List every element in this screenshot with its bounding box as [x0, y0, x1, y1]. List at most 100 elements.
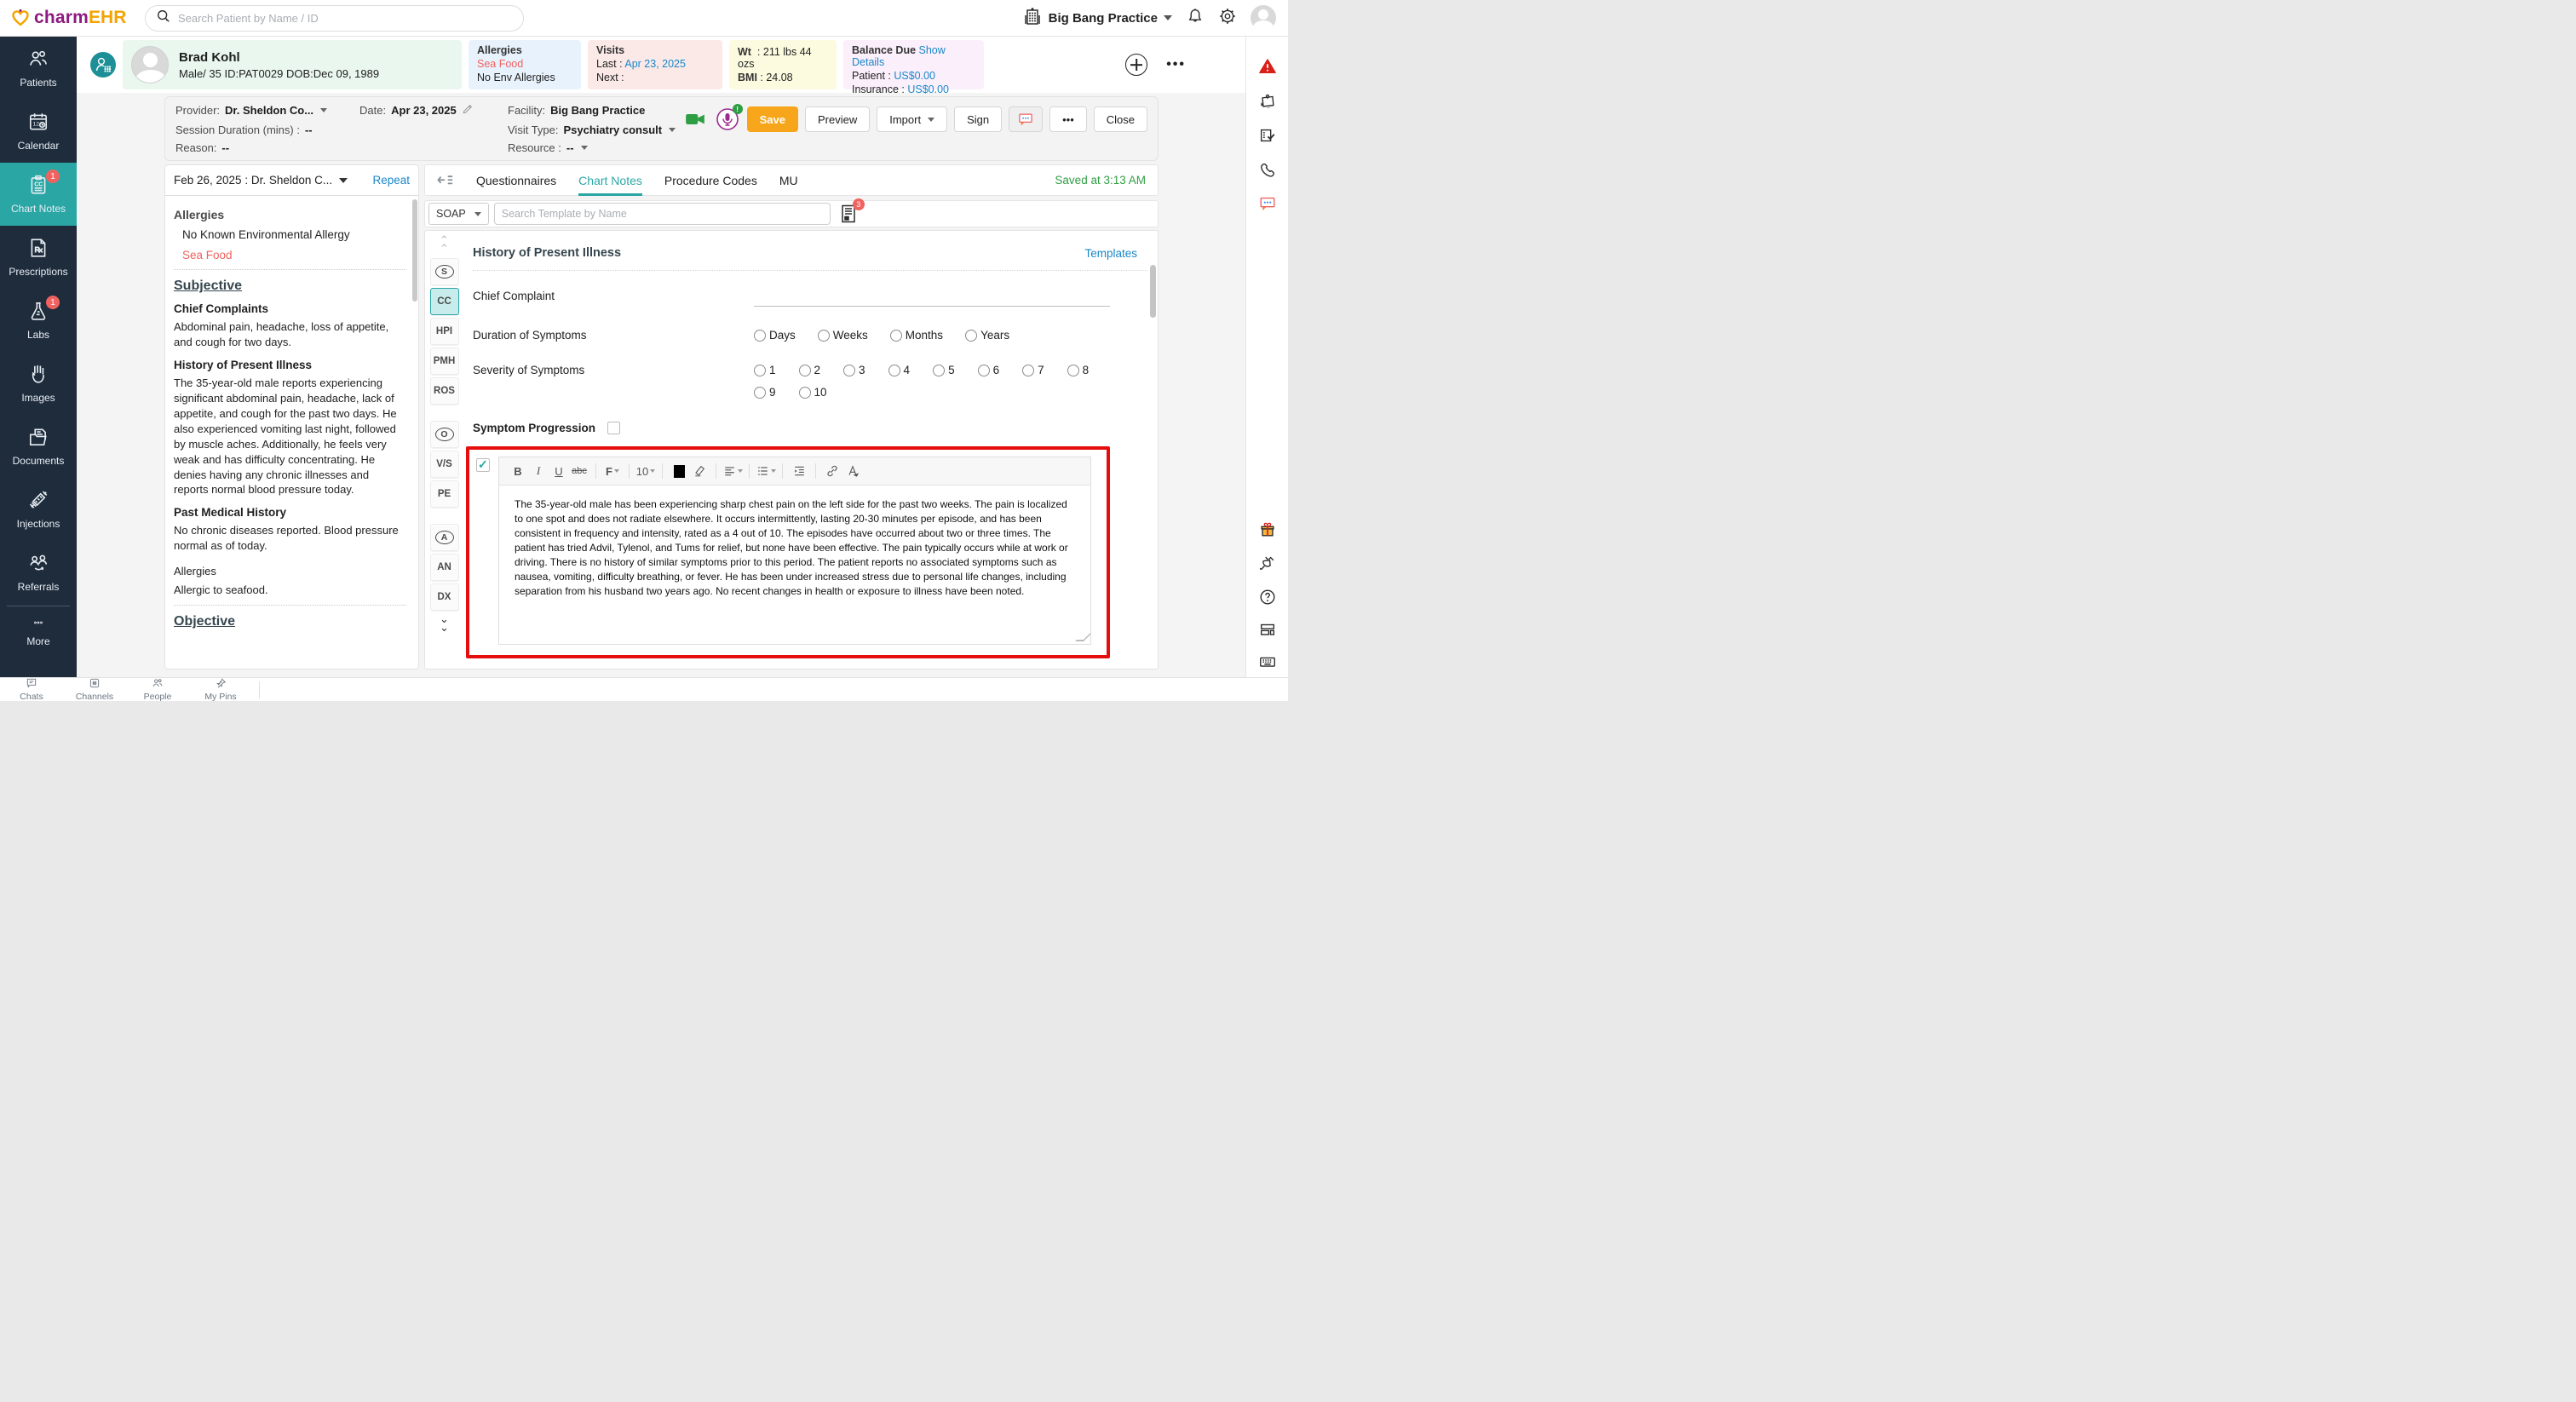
scroll-down-chevron[interactable]: ⌄⌄	[440, 615, 449, 634]
visits-card[interactable]: Visits Last : Apr 23, 2025 Next :	[588, 40, 722, 89]
soap-select[interactable]: SOAP	[428, 203, 489, 225]
severity-radio-9[interactable]: 9	[754, 386, 776, 399]
note-content-scrollbar[interactable]	[1150, 265, 1156, 318]
indent-button[interactable]	[789, 461, 809, 481]
sidebar-item-injections[interactable]: Injections	[0, 478, 77, 541]
duration-radio-months[interactable]: Months	[890, 329, 943, 342]
bottombar-people[interactable]: People	[126, 677, 189, 702]
severity-radio-5[interactable]: 5	[933, 364, 955, 376]
highlight-color-button[interactable]	[689, 461, 710, 481]
list-button[interactable]	[756, 461, 776, 481]
notifications-bell-icon[interactable]	[1186, 7, 1205, 30]
vitals-card[interactable]: Wt : 211 lbs 44 ozs BMI : 24.08	[729, 40, 837, 89]
encounter-chat-button[interactable]	[1009, 106, 1043, 132]
severity-radio-2[interactable]: 2	[799, 364, 821, 376]
sidebar-item-more[interactable]: More	[0, 608, 77, 656]
sidebar-item-referrals[interactable]: Referrals	[0, 541, 77, 604]
video-call-button[interactable]	[682, 106, 708, 132]
strikethrough-button[interactable]: abc	[569, 461, 589, 481]
template-list-icon[interactable]: 3	[841, 204, 858, 223]
duration-radio-years[interactable]: Years	[965, 329, 1009, 342]
integrations-plug-icon[interactable]	[1258, 554, 1277, 572]
editor-enabled-checkbox[interactable]	[476, 458, 490, 472]
nav-vitals[interactable]: V/S	[430, 451, 459, 478]
patient-search[interactable]	[145, 5, 524, 32]
dictation-mic-button[interactable]: !	[715, 106, 740, 132]
add-plus-button[interactable]	[1125, 54, 1147, 76]
sign-button[interactable]: Sign	[954, 106, 1002, 132]
sidebar-item-documents[interactable]: Documents	[0, 415, 77, 478]
user-avatar[interactable]	[1251, 5, 1276, 31]
visit-type-value[interactable]: Psychiatry consult	[564, 124, 663, 136]
severity-radio-1[interactable]: 1	[754, 364, 776, 376]
left-panel-scrollbar[interactable]	[412, 199, 417, 302]
sidebar-item-calendar[interactable]: 12 Calendar	[0, 100, 77, 163]
severity-radio-3[interactable]: 3	[843, 364, 865, 376]
severity-radio-10[interactable]: 10	[799, 386, 827, 399]
bottombar-my-pins[interactable]: My Pins	[189, 677, 252, 702]
editor-resize-handle[interactable]	[1075, 633, 1090, 641]
nav-pe[interactable]: PE	[430, 480, 459, 508]
provider-value[interactable]: Dr. Sheldon Co...	[225, 104, 313, 117]
settings-gear-icon[interactable]	[1218, 7, 1237, 30]
collapse-panel-icon[interactable]	[437, 174, 454, 187]
balance-card[interactable]: Balance Due Show Details Patient : US$0.…	[843, 40, 984, 89]
practice-selector[interactable]: Big Bang Practice	[1022, 6, 1172, 30]
nav-ros[interactable]: ROS	[430, 377, 459, 405]
nav-hpi[interactable]: HPI	[430, 318, 459, 345]
chief-complaint-input[interactable]	[754, 290, 1110, 307]
insert-link-button[interactable]	[822, 461, 842, 481]
severity-radio-7[interactable]: 7	[1022, 364, 1044, 376]
bold-button[interactable]: B	[508, 461, 528, 481]
allergies-card[interactable]: Allergies Sea Food No Env Allergies	[469, 40, 581, 89]
font-family-button[interactable]: F	[602, 461, 623, 481]
template-search-input[interactable]	[494, 203, 831, 225]
nav-an[interactable]: AN	[430, 554, 459, 581]
tasks-checklist-icon[interactable]	[1258, 126, 1277, 145]
bottombar-channels[interactable]: Channels	[63, 677, 126, 702]
tab-chart-notes[interactable]: Chart Notes	[578, 164, 642, 196]
keyboard-icon[interactable]	[1258, 652, 1277, 671]
nav-dx[interactable]: DX	[430, 583, 459, 611]
patient-more-options-button[interactable]: •••	[1166, 57, 1186, 72]
resource-value[interactable]: --	[566, 141, 574, 154]
underline-button[interactable]: U	[549, 461, 569, 481]
sticky-note-icon[interactable]	[1258, 92, 1277, 111]
nav-assessment[interactable]: A	[430, 524, 459, 551]
nav-objective[interactable]: O	[430, 421, 459, 448]
duration-radio-days[interactable]: Days	[754, 329, 796, 342]
tab-questionnaires[interactable]: Questionnaires	[476, 164, 556, 196]
search-input[interactable]	[178, 12, 513, 25]
text-color-button[interactable]	[669, 461, 689, 481]
patient-identity-card[interactable]: Brad Kohl Male/ 35 ID:PAT0029 DOB:Dec 09…	[123, 40, 462, 89]
tab-procedure-codes[interactable]: Procedure Codes	[664, 164, 757, 196]
close-button[interactable]: Close	[1094, 106, 1147, 132]
font-size-button[interactable]: 10	[635, 461, 656, 481]
symptom-progression-checkbox[interactable]	[607, 422, 620, 434]
whats-new-gift-icon[interactable]	[1258, 520, 1277, 538]
preview-button[interactable]: Preview	[805, 106, 870, 132]
hpi-narrative-textarea[interactable]: The 35-year-old male has been experienci…	[499, 486, 1090, 644]
severity-radio-8[interactable]: 8	[1067, 364, 1090, 376]
severity-radio-6[interactable]: 6	[978, 364, 1000, 376]
severity-radio-4[interactable]: 4	[888, 364, 911, 376]
phone-icon[interactable]	[1258, 160, 1277, 179]
help-icon[interactable]	[1258, 588, 1277, 606]
sidebar-item-images[interactable]: Images	[0, 352, 77, 415]
scroll-up-chevron[interactable]: ⌃⌃	[440, 236, 449, 255]
tab-mu[interactable]: MU	[779, 164, 798, 196]
nav-pmh[interactable]: PMH	[430, 348, 459, 375]
layout-panels-icon[interactable]	[1258, 620, 1277, 639]
encounter-more-button[interactable]: •••	[1049, 106, 1087, 132]
alerts-warning-icon[interactable]	[1258, 57, 1277, 76]
sidebar-item-prescriptions[interactable]: R Prescriptions	[0, 226, 77, 289]
bottombar-chats[interactable]: Chats	[0, 677, 63, 702]
sidebar-item-labs[interactable]: 1 Labs	[0, 289, 77, 352]
edit-date-pencil-icon[interactable]	[462, 103, 474, 118]
sidebar-item-patients[interactable]: Patients	[0, 37, 77, 100]
charm-ehr-logo[interactable]: charmEHR	[0, 8, 145, 28]
nav-chief-complaint[interactable]: CC	[430, 288, 459, 315]
encounter-select[interactable]: Feb 26, 2025 : Dr. Sheldon C...	[174, 174, 348, 187]
clear-format-button[interactable]	[842, 461, 863, 481]
sidebar-item-chart-notes[interactable]: 1 CC Chart Notes	[0, 163, 77, 226]
